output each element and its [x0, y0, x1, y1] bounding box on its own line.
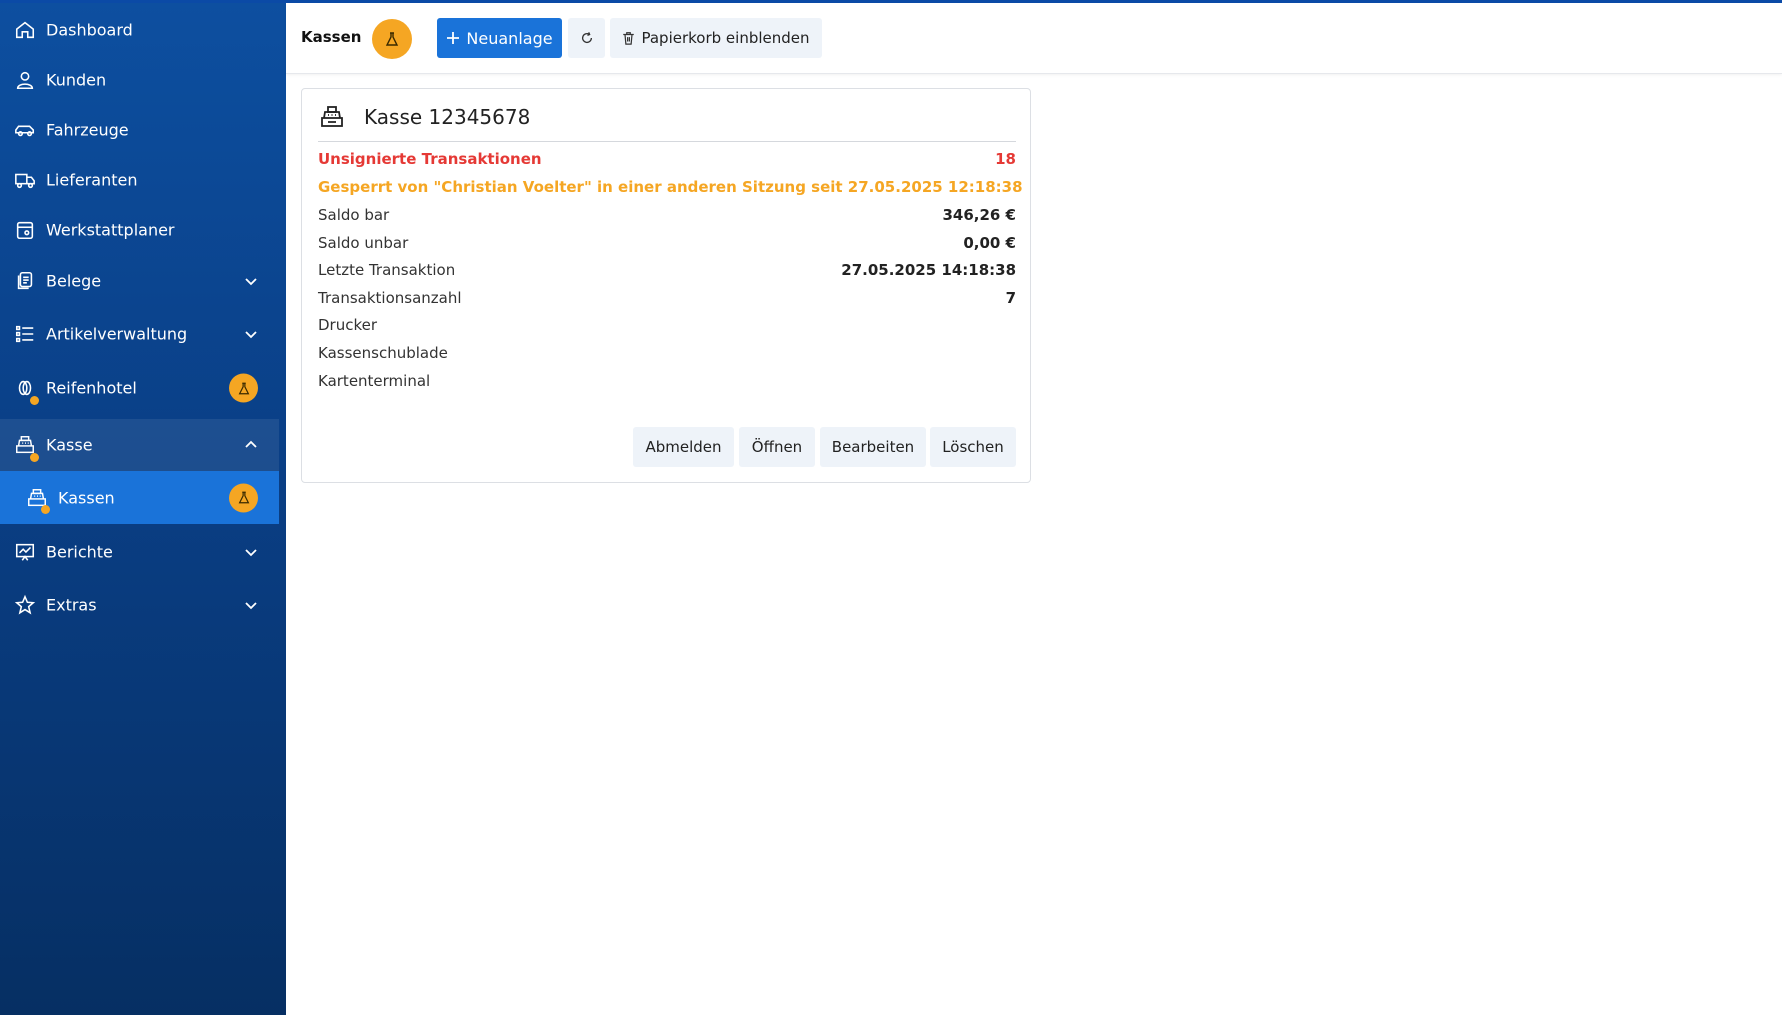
- sidebar-item-label: Kassen: [58, 488, 115, 507]
- sidebar-item-fahrzeuge[interactable]: Fahrzeuge: [0, 105, 279, 155]
- chevron-down-icon[interactable]: [243, 544, 259, 560]
- register-card: Kasse 12345678 Unsignierte Transaktionen…: [301, 88, 1031, 483]
- locked-warning: Gesperrt von "Christian Voelter" in eine…: [318, 178, 1023, 200]
- sidebar: Dashboard Kunden Fahrzeuge Lieferanten W…: [0, 0, 286, 1015]
- user-icon: [16, 71, 34, 90]
- status-dot: [30, 396, 39, 405]
- warning-text: Gesperrt von "Christian Voelter" in eine…: [318, 178, 1023, 196]
- top-accent-line: [0, 0, 1782, 3]
- sidebar-item-werkstattplaner[interactable]: Werkstattplaner: [0, 205, 279, 255]
- sidebar-item-label: Artikelverwaltung: [46, 324, 188, 344]
- row-label: Kartenterminal: [318, 372, 431, 390]
- chevron-down-icon[interactable]: [243, 326, 259, 342]
- status-dot: [41, 505, 50, 514]
- sidebar-item-label: Werkstattplaner: [46, 220, 175, 240]
- detail-row: Drucker: [318, 316, 1016, 338]
- detail-row: Saldo bar 346,26 €: [318, 206, 1016, 228]
- new-button[interactable]: Neuanlage: [437, 18, 562, 58]
- row-label: Saldo unbar: [318, 234, 409, 252]
- status-dot: [30, 453, 39, 462]
- planner-icon: [16, 221, 34, 240]
- row-label: Drucker: [318, 316, 378, 334]
- sidebar-item-label: Berichte: [46, 542, 113, 562]
- chevron-down-icon[interactable]: [243, 273, 259, 289]
- home-icon: [15, 21, 35, 39]
- sidebar-item-kassen[interactable]: Kassen: [0, 471, 279, 524]
- show-trash-label: Papierkorb einblenden: [641, 29, 810, 47]
- row-value: 18: [995, 150, 1016, 168]
- chevron-up-icon[interactable]: [243, 437, 259, 453]
- cash-register-icon: [321, 106, 343, 127]
- sidebar-item-label: Lieferanten: [46, 170, 138, 190]
- detail-row: Kartenterminal: [318, 372, 1016, 394]
- row-value: 7: [1005, 289, 1016, 307]
- row-label: Transaktionsanzahl: [318, 289, 462, 307]
- documents-icon: [17, 271, 33, 290]
- detail-row: Kassenschublade: [318, 344, 1016, 366]
- refresh-icon: [581, 32, 592, 44]
- row-label: Kassenschublade: [318, 344, 448, 362]
- row-label: Saldo bar: [318, 206, 390, 224]
- new-button-label: Neuanlage: [466, 28, 553, 48]
- list-icon: [15, 325, 34, 343]
- divider: [318, 141, 1016, 142]
- row-value: 346,26 €: [942, 206, 1016, 224]
- sidebar-item-label: Kasse: [46, 435, 93, 455]
- flask-icon: [238, 491, 249, 504]
- sidebar-item-lieferanten[interactable]: Lieferanten: [0, 155, 279, 205]
- sidebar-item-dashboard[interactable]: Dashboard: [0, 5, 279, 55]
- trash-icon: [623, 32, 635, 45]
- unsigned-transactions-row: Unsignierte Transaktionen 18: [318, 150, 1016, 172]
- chart-icon: [15, 543, 35, 561]
- sidebar-item-belege[interactable]: Belege: [0, 256, 279, 306]
- sidebar-item-label: Dashboard: [46, 20, 133, 40]
- refresh-button[interactable]: [568, 18, 605, 58]
- sidebar-item-extras[interactable]: Extras: [0, 580, 279, 630]
- row-label: Letzte Transaktion: [318, 261, 456, 279]
- row-label: Unsignierte Transaktionen: [318, 150, 542, 168]
- edit-button[interactable]: Bearbeiten: [820, 427, 926, 467]
- delete-button[interactable]: Löschen: [930, 427, 1016, 467]
- card-header: Kasse 12345678: [318, 103, 1016, 131]
- row-value: 0,00 €: [963, 234, 1016, 252]
- detail-row: Transaktionsanzahl 7: [318, 289, 1016, 311]
- sidebar-item-kunden[interactable]: Kunden: [0, 55, 279, 105]
- detail-row: Letzte Transaktion 27.05.2025 14:18:38: [318, 261, 1016, 283]
- flask-icon: [238, 382, 249, 394]
- row-value: 27.05.2025 14:18:38: [841, 261, 1016, 279]
- open-button[interactable]: Öffnen: [739, 427, 815, 467]
- sidebar-item-artikelverwaltung[interactable]: Artikelverwaltung: [0, 309, 279, 359]
- flask-icon: [385, 32, 399, 46]
- sidebar-item-label: Reifenhotel: [46, 378, 137, 398]
- star-icon: [14, 594, 36, 615]
- car-icon: [15, 125, 35, 137]
- beta-badge: [372, 19, 412, 59]
- show-trash-button[interactable]: Papierkorb einblenden: [610, 18, 822, 58]
- beta-badge: [229, 373, 258, 403]
- beta-badge: [229, 483, 258, 512]
- plus-icon: [447, 32, 460, 44]
- sidebar-item-berichte[interactable]: Berichte: [0, 527, 279, 577]
- toolbar: Kassen Neuanlage Papierkorb einblenden: [286, 3, 1782, 74]
- sidebar-item-label: Extras: [46, 595, 97, 615]
- logout-button[interactable]: Abmelden: [633, 427, 734, 467]
- detail-row: Saldo unbar 0,00 €: [318, 234, 1016, 256]
- chevron-down-icon[interactable]: [243, 597, 259, 613]
- sidebar-item-label: Belege: [46, 271, 102, 291]
- card-title: Kasse 12345678: [364, 105, 531, 129]
- page-title: Kassen: [301, 28, 362, 46]
- sidebar-item-kasse[interactable]: Kasse: [0, 419, 279, 471]
- sidebar-item-reifenhotel[interactable]: Reifenhotel: [0, 363, 279, 413]
- truck-icon: [15, 173, 35, 189]
- sidebar-item-label: Fahrzeuge: [46, 120, 129, 140]
- sidebar-item-label: Kunden: [46, 70, 107, 90]
